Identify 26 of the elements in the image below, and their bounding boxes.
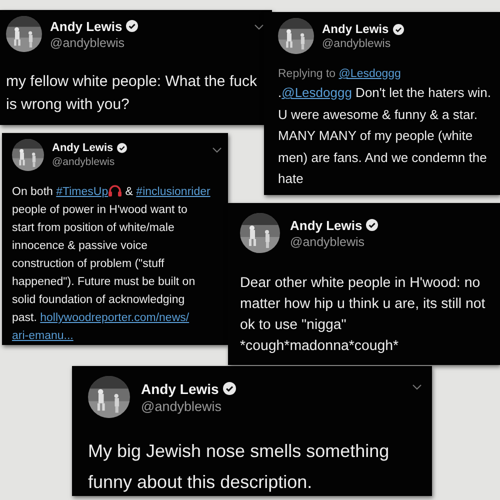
user-name: Andy Lewis	[50, 18, 122, 34]
headphones-icon	[108, 184, 122, 197]
chevron-down-icon[interactable]	[254, 24, 264, 30]
mention-link[interactable]: @Lesdoggg	[338, 68, 401, 80]
tweet-text: On both #TimesUp & #inclusionrider people of power in H'wood want to start from position of white/male innocence & passive voice construction of problem ("stuff happened"). Future must be built on solid foundation of acknowledging past. hollywoodreporter.com/news/ ari-emanu...	[12, 183, 212, 344]
user-handle: @andyblewis	[290, 234, 366, 248]
user-handle: @andyblewis	[141, 398, 222, 414]
user-name: Andy Lewis	[290, 218, 362, 232]
tweet-text: my fellow white people: What the fuck is wrong with you?	[6, 72, 258, 115]
tweet-text: .@Lesdoggg Don't let the haters win. U were awesome & funny & a star. MANY MANY of my people (white men) are fans. And we condemn the hate	[278, 84, 492, 188]
user-name: Andy Lewis	[52, 142, 114, 154]
user-handle: @andyblewis	[322, 38, 392, 50]
tweet-text: My big Jewish nose smells something funny about this description.	[88, 440, 390, 494]
user-handle: @andyblewis	[52, 156, 116, 168]
reply-line: Replying to @Lesdoggg	[278, 68, 402, 80]
link[interactable]: #TimesUp	[56, 186, 108, 198]
chevron-down-icon[interactable]	[412, 384, 422, 390]
link[interactable]: ari-emanu...	[12, 330, 74, 342]
link[interactable]: @Lesdoggg	[282, 85, 352, 100]
link[interactable]: hollywoodreporter.com/news/	[40, 312, 190, 324]
user-name: Andy Lewis	[141, 380, 219, 396]
chevron-down-icon[interactable]	[212, 147, 222, 153]
link[interactable]: #inclusionrider	[136, 186, 210, 198]
tweet-text: Dear other white people in H'wood: no matter how hip u think u are, its still not ok to use "nigga" *cough*madonna*cough*	[240, 274, 486, 356]
user-name: Andy Lewis	[322, 22, 389, 36]
user-handle: @andyblewis	[50, 36, 126, 50]
